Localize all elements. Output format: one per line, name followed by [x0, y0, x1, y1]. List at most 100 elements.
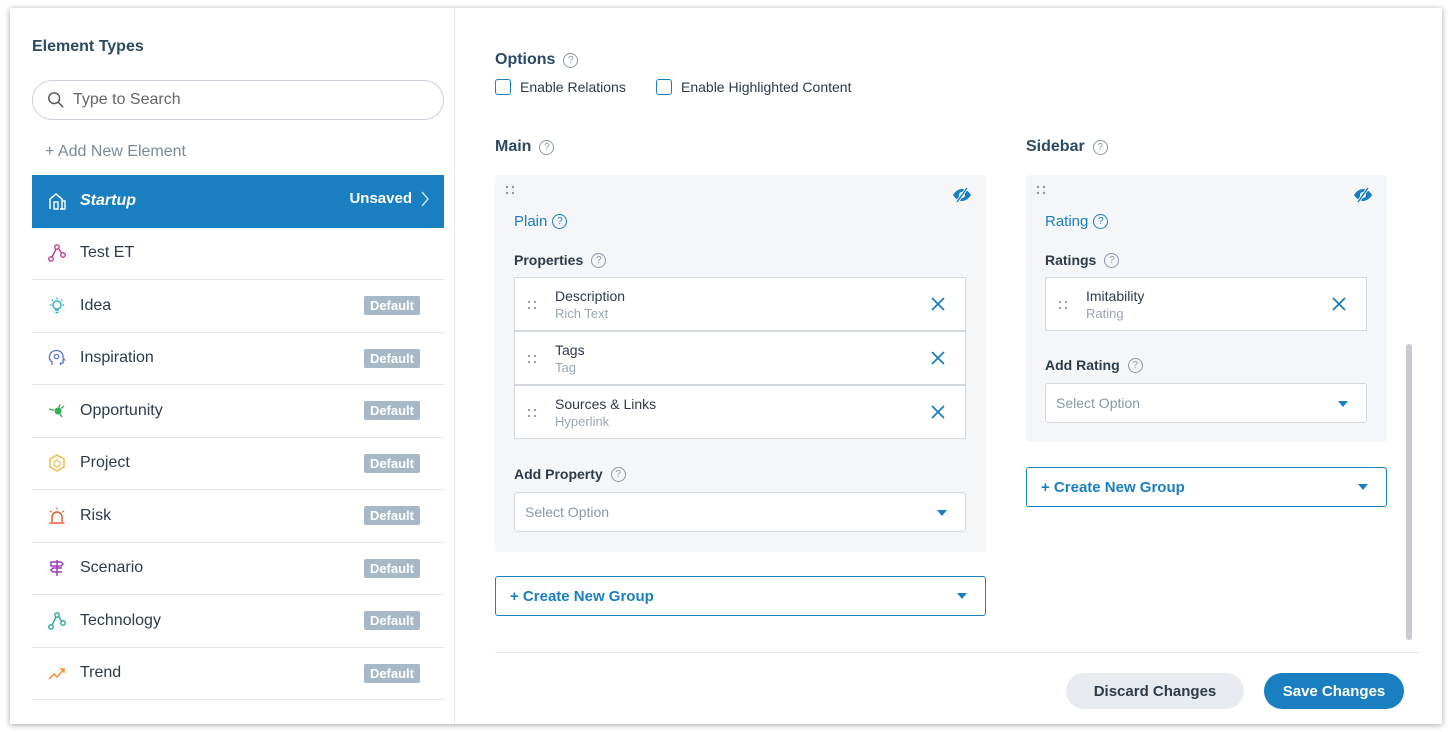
search-box[interactable]: [32, 80, 444, 120]
network-icon: [46, 242, 68, 264]
property-row-tags[interactable]: Tags Tag: [514, 331, 966, 385]
property-name: Sources & Links: [555, 396, 657, 412]
main-create-new-group-button[interactable]: + Create New Group: [495, 576, 986, 616]
group-name-plain[interactable]: Plain ?: [514, 213, 568, 230]
element-type-trend[interactable]: Trend Default: [32, 648, 444, 700]
element-type-project[interactable]: Project Default: [32, 438, 444, 490]
help-icon[interactable]: ?: [1127, 357, 1143, 373]
help-icon[interactable]: ?: [552, 214, 568, 229]
enable-highlighted-content-checkbox[interactable]: Enable Highlighted Content: [656, 79, 851, 95]
help-icon[interactable]: ?: [539, 139, 555, 155]
scrollbar[interactable]: [1406, 344, 1412, 640]
help-icon[interactable]: ?: [1092, 139, 1108, 155]
element-type-technology[interactable]: Technology Default: [32, 595, 444, 648]
help-icon[interactable]: ?: [591, 252, 607, 268]
element-type-label: Idea: [80, 296, 112, 314]
properties-label: Properties: [514, 252, 584, 268]
unsaved-status: Unsaved: [349, 190, 430, 207]
help-icon[interactable]: ?: [1093, 214, 1109, 229]
element-type-inspiration[interactable]: Inspiration Default: [32, 333, 444, 385]
chevron-right-icon: [421, 191, 429, 206]
element-type-list: Startup Unsaved Test ET Idea Default Ins…: [32, 175, 444, 700]
element-types-title: Element Types: [32, 38, 144, 55]
drag-handle-icon[interactable]: [505, 185, 515, 195]
target-icon: [46, 400, 68, 422]
lightbulb-icon: [46, 295, 68, 317]
element-type-label: Opportunity: [80, 401, 163, 419]
close-icon[interactable]: [931, 297, 945, 311]
add-property-select[interactable]: Select Option: [514, 492, 966, 532]
discard-changes-button[interactable]: Discard Changes: [1066, 673, 1244, 709]
checkbox-box[interactable]: [495, 79, 511, 95]
caret-down-icon: [957, 593, 967, 599]
brain-icon: [46, 347, 68, 369]
create-group-label: + Create New Group: [1041, 478, 1185, 496]
element-type-label: Risk: [80, 506, 112, 524]
drag-handle-icon[interactable]: [527, 353, 537, 365]
element-type-test-et[interactable]: Test ET: [32, 228, 444, 280]
element-type-startup[interactable]: Startup Unsaved: [32, 175, 444, 228]
add-property-title: Add Property ?: [514, 466, 626, 482]
save-changes-button[interactable]: Save Changes: [1264, 673, 1404, 709]
property-name: Description: [555, 288, 626, 304]
sidebar-group-rating: Rating ? Ratings ? Imitability Rating Ad…: [1026, 175, 1387, 442]
add-new-element-link[interactable]: + Add New Element: [45, 143, 186, 161]
ratings-label: Ratings: [1045, 252, 1097, 268]
unsaved-label: Unsaved: [349, 190, 412, 207]
element-type-idea[interactable]: Idea Default: [32, 280, 444, 333]
drag-handle-icon[interactable]: [527, 299, 537, 311]
eye-slash-icon[interactable]: [952, 187, 972, 203]
hexagon-icon: [46, 452, 68, 474]
element-type-label: Inspiration: [80, 349, 154, 367]
rating-row-imitability[interactable]: Imitability Rating: [1045, 277, 1367, 331]
network-icon: [46, 610, 68, 632]
drag-handle-icon[interactable]: [1036, 185, 1046, 195]
search-icon: [48, 92, 64, 108]
element-type-label: Project: [80, 454, 130, 472]
main-group-plain: Plain ? Properties ? Description Rich Te…: [495, 175, 986, 552]
element-type-risk[interactable]: Risk Default: [32, 490, 444, 543]
options-title-text: Options: [495, 51, 556, 68]
sidebar-column-title: Sidebar ?: [1026, 138, 1108, 156]
help-icon[interactable]: ?: [563, 52, 579, 68]
main-title-text: Main: [495, 138, 532, 155]
caret-down-icon: [1338, 401, 1348, 407]
property-row-description[interactable]: Description Rich Text: [514, 277, 966, 331]
property-row-sources-links[interactable]: Sources & Links Hyperlink: [514, 385, 966, 439]
group-name-rating[interactable]: Rating ?: [1045, 213, 1109, 230]
enable-relations-label: Enable Relations: [520, 79, 626, 95]
signpost-icon: [46, 557, 68, 579]
drag-handle-icon[interactable]: [527, 407, 537, 419]
building-icon: [46, 190, 68, 212]
element-type-label: Test ET: [80, 244, 135, 262]
footer-divider: [495, 652, 1419, 653]
close-icon[interactable]: [1332, 297, 1346, 311]
element-types-panel: Element Types + Add New Element Startup …: [10, 8, 455, 724]
element-type-label: Trend: [80, 664, 122, 682]
default-badge: Default: [363, 663, 420, 683]
enable-relations-checkbox[interactable]: Enable Relations: [495, 79, 626, 95]
enable-highlighted-label: Enable Highlighted Content: [681, 79, 852, 95]
property-name: Tags: [555, 342, 585, 358]
default-badge: Default: [363, 453, 420, 473]
properties-title: Properties ?: [514, 252, 607, 268]
options-title: Options ?: [495, 51, 579, 69]
drag-handle-icon[interactable]: [1058, 299, 1068, 311]
search-input[interactable]: [73, 91, 423, 109]
close-icon[interactable]: [931, 351, 945, 365]
default-badge: Default: [363, 611, 420, 630]
element-type-scenario[interactable]: Scenario Default: [32, 543, 444, 595]
sidebar-create-new-group-button[interactable]: + Create New Group: [1026, 467, 1387, 507]
ratings-title: Ratings ?: [1045, 252, 1120, 268]
add-rating-select[interactable]: Select Option: [1045, 383, 1367, 423]
property-type: Hyperlink: [555, 414, 610, 429]
element-type-opportunity[interactable]: Opportunity Default: [32, 385, 444, 438]
element-type-label: Scenario: [80, 559, 144, 577]
rating-type: Rating: [1086, 306, 1124, 321]
help-icon[interactable]: ?: [610, 466, 626, 482]
close-icon[interactable]: [931, 405, 945, 419]
help-icon[interactable]: ?: [1104, 252, 1120, 268]
eye-slash-icon[interactable]: [1353, 187, 1373, 203]
add-property-label: Add Property: [514, 466, 603, 482]
checkbox-box[interactable]: [656, 79, 672, 95]
